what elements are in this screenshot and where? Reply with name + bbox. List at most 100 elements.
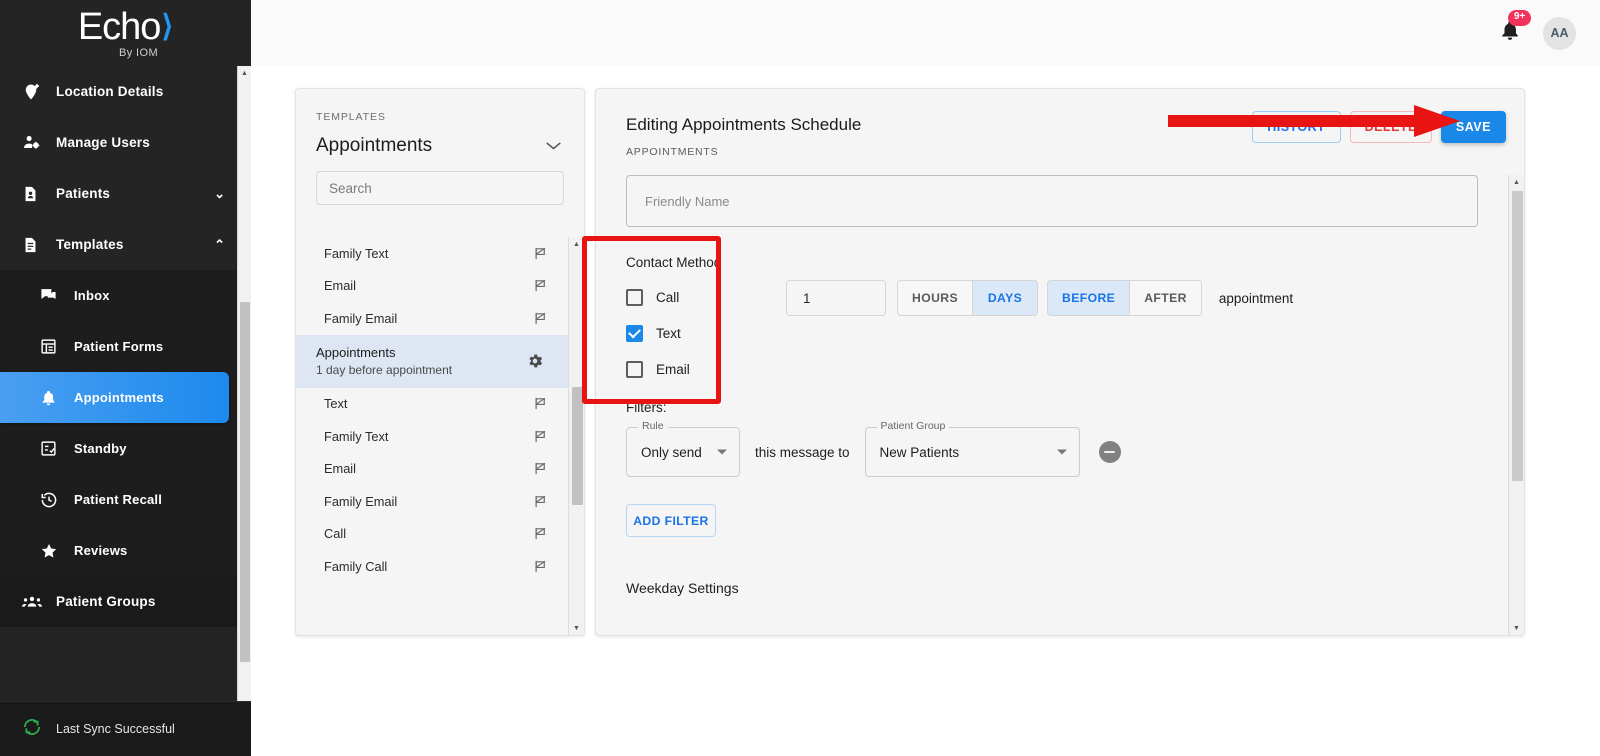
templates-category-selector[interactable]: Appointments	[316, 135, 564, 157]
chevron-down-icon[interactable]	[545, 139, 562, 154]
timing-amount-input[interactable]	[803, 290, 869, 306]
friendly-name-input[interactable]	[645, 193, 1459, 209]
flag-off-icon[interactable]	[533, 246, 548, 261]
checkbox-checked-icon[interactable]	[626, 325, 643, 342]
history-button[interactable]: HISTORY	[1252, 111, 1341, 143]
sidebar-item-appointments[interactable]: Appointments	[0, 372, 229, 423]
checkbox-text[interactable]: Text	[626, 325, 756, 342]
friendly-name-field[interactable]	[626, 175, 1478, 227]
scroll-down-arrow-icon[interactable]: ▼	[1509, 621, 1524, 635]
gear-icon[interactable]	[526, 352, 544, 370]
filters-label: Filters:	[626, 400, 667, 415]
flag-off-icon[interactable]	[533, 526, 548, 541]
list-item-selected[interactable]: Appointments 1 day before appointment	[296, 334, 568, 388]
sidebar-item-manage-users[interactable]: Manage Users	[0, 117, 251, 168]
sidebar-item-label: Patient Groups	[56, 594, 156, 609]
sidebar-item-reviews[interactable]: Reviews	[0, 525, 251, 576]
templates-scroll-thumb[interactable]	[572, 387, 583, 505]
scroll-down-arrow-icon[interactable]: ▼	[569, 621, 584, 635]
chevron-down-icon[interactable]: ⌄	[214, 186, 225, 202]
bell-icon	[40, 389, 66, 407]
scroll-up-arrow-icon[interactable]: ▲	[569, 237, 584, 251]
list-item[interactable]: Family Call	[296, 550, 568, 583]
flag-off-icon[interactable]	[533, 278, 548, 293]
rule-select[interactable]: Rule Only send	[626, 420, 740, 477]
editor-panel: Editing Appointments Schedule APPOINTMEN…	[595, 88, 1525, 636]
document-icon	[22, 236, 48, 254]
sidebar-item-patient-recall[interactable]: Patient Recall	[0, 474, 251, 525]
unit-days-button[interactable]: DAYS	[973, 280, 1039, 316]
sidebar-scrollbar[interactable]: ▲ ▼	[237, 66, 251, 756]
list-item[interactable]: Email	[296, 453, 568, 486]
flag-off-icon[interactable]	[533, 396, 548, 411]
list-item[interactable]: Call	[296, 518, 568, 551]
editor-scroll-thumb[interactable]	[1512, 191, 1523, 481]
scroll-up-arrow-icon[interactable]: ▲	[238, 66, 251, 80]
relation-after-button[interactable]: AFTER	[1130, 280, 1202, 316]
checkbox-box-icon[interactable]	[626, 289, 643, 306]
scroll-up-arrow-icon[interactable]: ▲	[1509, 175, 1524, 189]
unit-hours-button[interactable]: HOURS	[897, 280, 974, 316]
template-search-box[interactable]	[316, 171, 564, 205]
sidebar-item-label: Patients	[56, 186, 111, 201]
sidebar-item-templates[interactable]: Templates ⌃	[0, 219, 251, 270]
templates-panel-header: TEMPLATES Appointments	[296, 89, 584, 157]
timing-amount-field[interactable]	[786, 280, 886, 316]
list-item[interactable]: Text	[296, 388, 568, 421]
contact-method-label: Contact Method	[626, 255, 722, 270]
editor-scrollbar[interactable]: ▲ ▼	[1508, 175, 1524, 635]
list-item[interactable]: Family Email	[296, 485, 568, 518]
minus-circle-icon[interactable]	[1098, 441, 1121, 463]
notifications-button[interactable]: 9+	[1499, 10, 1532, 47]
template-label: Family Email	[324, 493, 398, 509]
rule-value: Only send	[641, 444, 702, 460]
templates-category-title: Appointments	[316, 135, 433, 156]
search-input[interactable]	[329, 180, 551, 196]
list-item[interactable]: Family Email	[296, 302, 568, 335]
chevron-down-icon[interactable]	[1056, 449, 1067, 455]
flag-off-icon[interactable]	[533, 461, 548, 476]
patient-group-select[interactable]: Patient Group New Patients	[864, 420, 1080, 477]
sidebar-item-standby[interactable]: Standby	[0, 423, 251, 474]
sidebar-item-patient-forms[interactable]: Patient Forms	[0, 321, 251, 372]
template-label: Email	[324, 461, 356, 477]
relation-before-button[interactable]: BEFORE	[1047, 280, 1131, 316]
flag-off-icon[interactable]	[533, 494, 548, 509]
avatar[interactable]: AA	[1543, 16, 1576, 50]
patient-group-legend: Patient Group	[876, 420, 950, 432]
sidebar-scroll-thumb[interactable]	[240, 302, 250, 662]
sync-status-bar: Last Sync Successful	[0, 701, 251, 756]
save-button[interactable]: SAVE	[1440, 111, 1506, 143]
flag-off-icon[interactable]	[533, 429, 548, 444]
sidebar-item-patients[interactable]: Patients ⌄	[0, 168, 251, 219]
list-item[interactable]: Family Text	[296, 237, 568, 270]
patient-file-icon	[22, 185, 48, 203]
delete-button[interactable]: DELETE	[1349, 111, 1432, 143]
sidebar-item-location-details[interactable]: Location Details	[0, 66, 251, 117]
checkbox-label: Call	[656, 290, 680, 305]
patient-group-value: New Patients	[879, 444, 960, 460]
logo-wave-icon: ⟩	[161, 9, 174, 43]
sidebar-item-inbox[interactable]: Inbox	[0, 270, 251, 321]
checkbox-call[interactable]: Call	[626, 289, 756, 306]
flag-off-icon[interactable]	[533, 559, 548, 574]
add-filter-button[interactable]: ADD FILTER	[626, 504, 716, 537]
sidebar-item-label: Inbox	[74, 288, 110, 303]
sidebar-item-patient-groups[interactable]: Patient Groups	[0, 576, 251, 627]
chevron-down-icon[interactable]	[717, 449, 727, 455]
checkbox-label: Text	[656, 326, 681, 341]
list-item[interactable]: Family Text	[296, 420, 568, 453]
sidebar-item-label: Location Details	[56, 84, 164, 99]
flag-off-icon[interactable]	[533, 311, 548, 326]
sync-status-label: Last Sync Successful	[56, 722, 175, 736]
template-label: Family Call	[324, 558, 388, 574]
checkbox-email[interactable]: Email	[626, 361, 756, 378]
checkbox-box-icon[interactable]	[626, 361, 643, 378]
editor-header: Editing Appointments Schedule APPOINTMEN…	[596, 89, 1524, 158]
chevron-up-icon[interactable]: ⌃	[214, 237, 225, 253]
templates-scrollbar[interactable]: ▲ ▼	[568, 237, 584, 635]
contact-and-timing-row: Contact Method Call Text Email 1 HOURS D…	[626, 255, 1478, 378]
app-logo: Echo ⟩ By IOM	[0, 0, 251, 66]
list-item[interactable]: Email	[296, 270, 568, 303]
template-label: Family Text	[324, 428, 389, 444]
